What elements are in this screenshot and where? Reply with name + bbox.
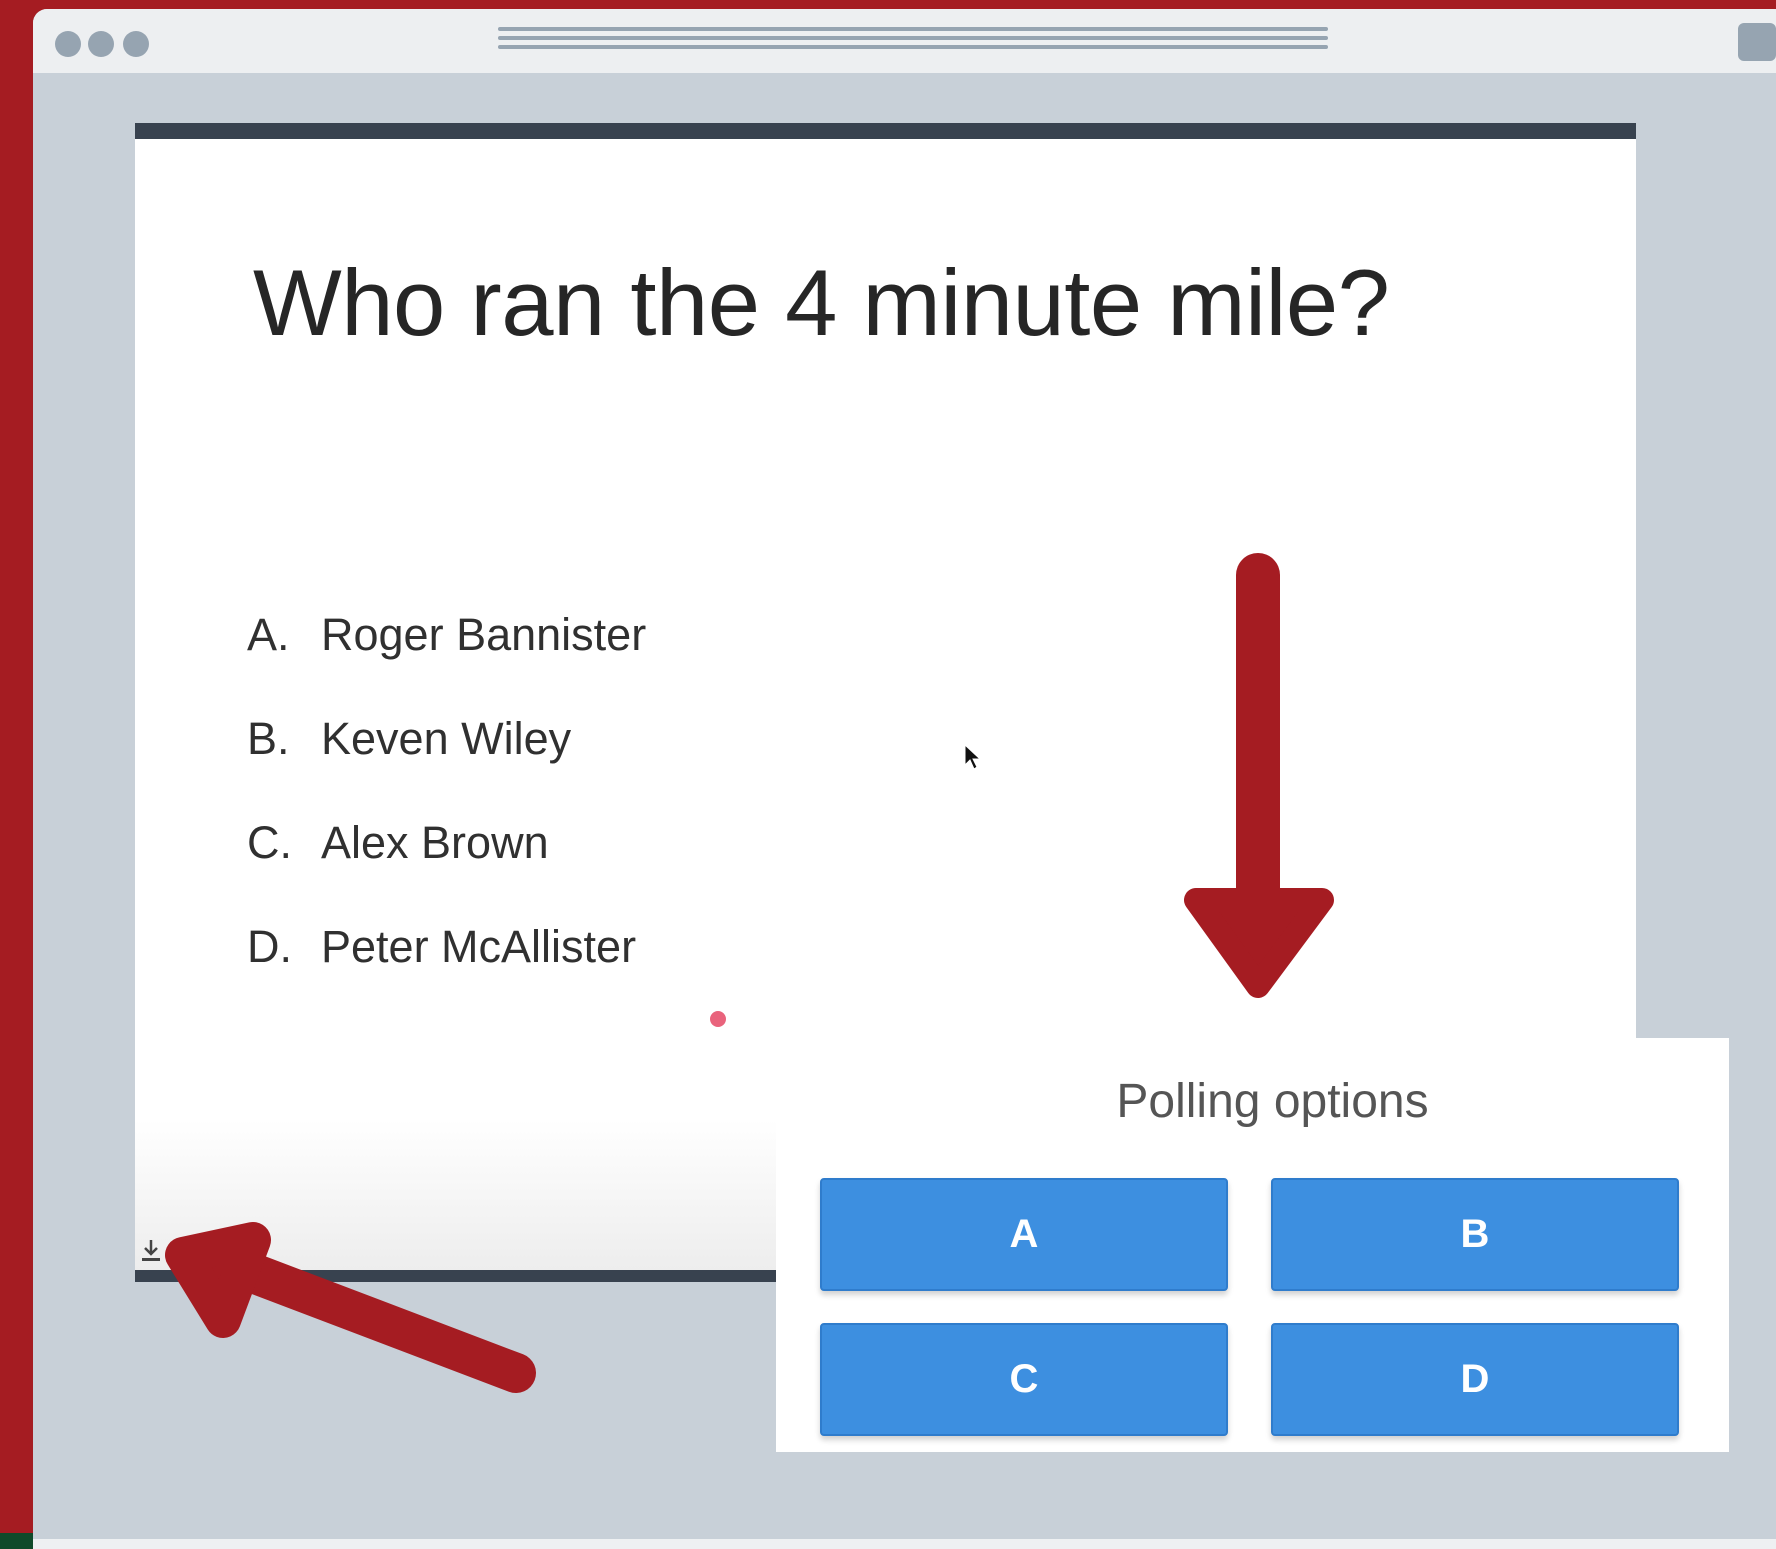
annotation-arrows [165,553,1334,1393]
arrow-diagonal-icon [165,1222,536,1393]
arrow-down-icon [1184,553,1334,998]
